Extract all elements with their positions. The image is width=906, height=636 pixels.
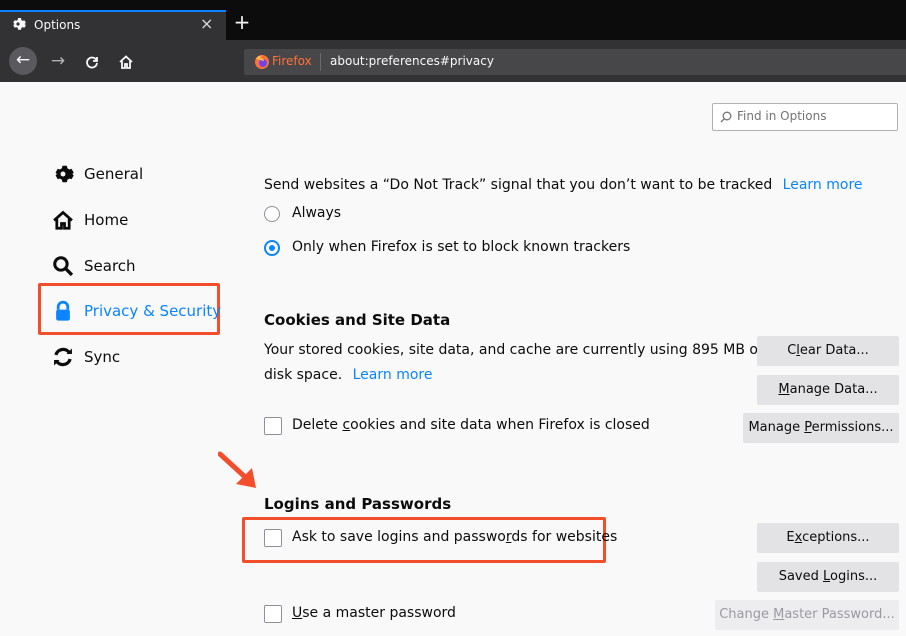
home-icon [52, 209, 74, 231]
find-in-options[interactable] [712, 103, 898, 131]
identity-label: Firefox [272, 54, 312, 68]
label-part: C [787, 343, 797, 358]
cookies-usage-line1: Your stored cookies, site data, and cach… [264, 342, 763, 358]
cookies-usage-text: disk space. [264, 367, 343, 383]
gear-icon [13, 18, 26, 30]
url-separator [320, 53, 321, 71]
delete-cookies-label[interactable]: Delete cookies and site data when Firefo… [292, 417, 650, 433]
reload-icon [86, 56, 98, 69]
lock-icon [52, 300, 74, 322]
dnt-only-when-blocking-label[interactable]: Only when Firefox is set to block known … [292, 239, 630, 255]
label-part: ceptions... [802, 530, 870, 545]
url-text[interactable]: about:preferences#privacy [330, 54, 494, 68]
access-key: M [773, 607, 785, 622]
access-key: x [794, 530, 803, 545]
label-part: anage Data... [789, 382, 878, 397]
dnt-description: Send websites a “Do Not Track” signal th… [264, 177, 863, 193]
cookies-heading: Cookies and Site Data [264, 311, 451, 329]
gear-icon [52, 163, 74, 185]
manage-data-button[interactable]: Manage Data... [757, 375, 899, 405]
sidebar-item-search[interactable]: Search [52, 253, 136, 279]
sidebar-item-general[interactable]: General [52, 161, 143, 187]
dnt-always-radio[interactable] [264, 206, 280, 222]
dnt-always-label[interactable]: Always [292, 205, 341, 221]
home-icon [119, 55, 133, 69]
label-part: ds for websites [511, 529, 618, 545]
sidebar-item-privacy-security[interactable]: Privacy & Security [52, 298, 221, 324]
sidebar-item-home[interactable]: Home [52, 207, 128, 233]
access-key: L [823, 569, 831, 584]
master-password-label[interactable]: Use a master password [292, 605, 456, 621]
annotation-arrow-icon [218, 451, 256, 488]
label-part: ermissions... [811, 420, 894, 435]
url-bar[interactable]: Firefox about:preferences#privacy [244, 49, 906, 75]
label-part: Ask to save logins and passwo [292, 529, 506, 545]
master-password-checkbox[interactable] [264, 605, 282, 623]
ask-to-save-logins-label[interactable]: Ask to save logins and passwords for web… [292, 529, 617, 545]
sidebar-item-label: Home [84, 211, 129, 229]
forward-button[interactable]: → [44, 48, 72, 76]
find-in-options-input[interactable] [735, 108, 889, 124]
access-key: M [778, 382, 790, 397]
cookies-usage-line2: disk space. Learn more [264, 367, 432, 383]
sidebar-item-label: Sync [84, 348, 121, 366]
dnt-text: Send websites a “Do Not Track” signal th… [264, 177, 773, 193]
label-part: aster Password... [784, 607, 895, 622]
search-icon [52, 255, 74, 277]
label-part: Delete [292, 417, 343, 433]
label-part: Saved [778, 569, 824, 584]
close-tab-icon[interactable]: × [200, 14, 213, 33]
access-key: P [804, 420, 812, 435]
saved-logins-button[interactable]: Saved Logins... [757, 562, 899, 592]
reload-button[interactable] [78, 48, 106, 76]
access-key: c [342, 417, 351, 433]
sync-icon [52, 346, 74, 368]
firefox-logo-icon [255, 55, 269, 69]
label-part: Change [719, 607, 774, 622]
clear-data-button[interactable]: Clear Data... [757, 336, 899, 366]
logins-heading: Logins and Passwords [264, 495, 452, 513]
tab-options[interactable]: Options × [0, 10, 226, 40]
sidebar-item-sync[interactable]: Sync [52, 344, 120, 370]
sidebar-item-label: Privacy & Security [84, 302, 222, 320]
label-part: ookies and site data when Firefox is clo… [350, 417, 650, 433]
dnt-only-when-blocking-radio[interactable] [264, 240, 280, 256]
label-part: ear Data... [799, 343, 869, 358]
label-part: se a master password [302, 605, 456, 621]
home-button[interactable] [112, 48, 140, 76]
delete-cookies-checkbox[interactable] [264, 417, 282, 435]
new-tab-button[interactable]: + [232, 10, 252, 34]
dnt-learn-more-link[interactable]: Learn more [783, 177, 863, 193]
tab-title: Options [34, 18, 81, 32]
cookies-learn-more-link[interactable]: Learn more [353, 367, 433, 383]
change-master-password-button[interactable]: Change Master Password... [715, 600, 899, 630]
label-part: Manage [748, 420, 805, 435]
ask-to-save-logins-checkbox[interactable] [264, 529, 282, 547]
sidebar-item-label: General [84, 165, 144, 183]
access-key: U [292, 605, 303, 621]
manage-permissions-button[interactable]: Manage Permissions... [743, 413, 899, 443]
sidebar-item-label: Search [84, 257, 136, 275]
label-part: ogins... [830, 569, 878, 584]
exceptions-button[interactable]: Exceptions... [757, 523, 899, 553]
back-button[interactable]: ← [9, 47, 37, 75]
search-icon [720, 111, 732, 123]
label-part: E [786, 530, 795, 545]
